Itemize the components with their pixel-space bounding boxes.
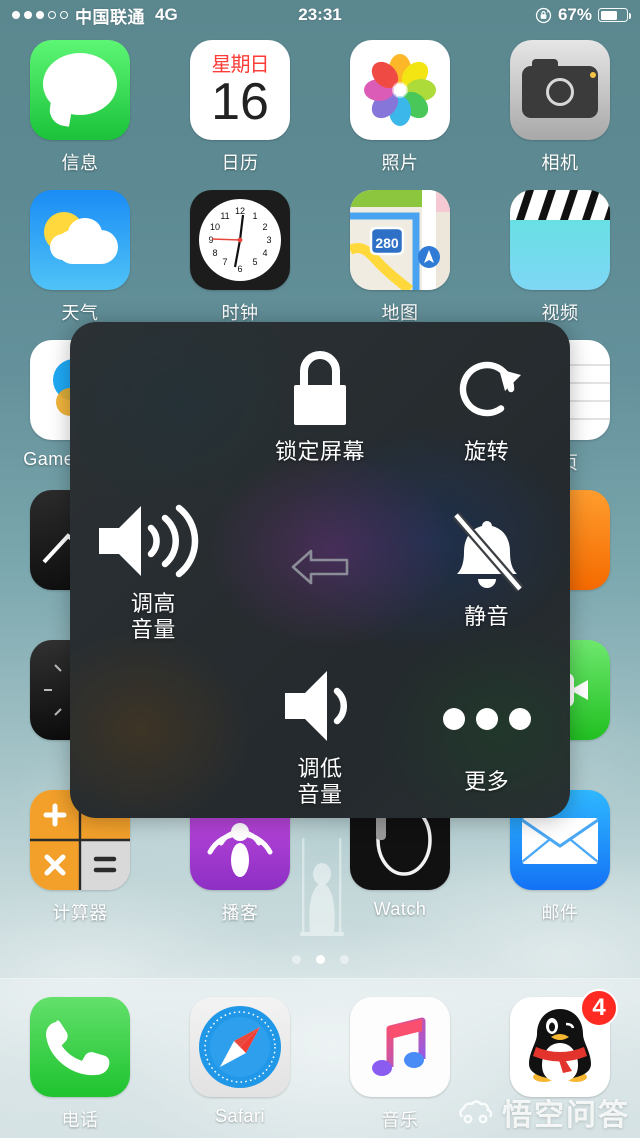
app-camera[interactable]: 相机 [480, 40, 640, 190]
watermark: 悟空问答 [456, 1090, 630, 1134]
status-bar-right: 67% [535, 5, 631, 25]
app-row: 信息 星期日 16 日历 照片 相机 [0, 40, 640, 190]
assistive-touch-grid: 锁定屏幕 旋转 调高 音量 静音 调低 音量 更多 [70, 322, 570, 818]
battery-percent: 67% [557, 5, 592, 24]
assistive-touch-label: 静音 [464, 603, 510, 629]
app-label: 邮件 [541, 903, 579, 923]
dock-item-phone[interactable]: 电话 [0, 997, 160, 1132]
volume-up-icon [95, 497, 211, 585]
svg-text:8: 8 [212, 248, 217, 258]
page-dot[interactable] [339, 955, 349, 964]
assistive-touch-label: 调高 音量 [130, 590, 176, 642]
svg-text:5: 5 [252, 257, 257, 267]
camera-icon [510, 40, 610, 140]
assistive-touch-lock-screen[interactable]: 锁定屏幕 [237, 322, 404, 487]
assistive-touch-empty-slot [70, 322, 237, 487]
lock-icon [282, 345, 358, 433]
app-weather[interactable]: 天气 [0, 190, 160, 340]
page-dot[interactable] [291, 955, 301, 964]
app-clock[interactable]: 12 1 2 345 678 9 10 11 时钟 [160, 190, 320, 340]
assistive-touch-more[interactable]: 更多 [403, 653, 570, 818]
status-bar: 中国联通 4G 23:31 67% [0, 0, 640, 30]
notification-badge: 4 [580, 989, 618, 1027]
svg-text:4: 4 [262, 248, 267, 258]
cloud-logo [459, 1100, 493, 1124]
svg-text:6: 6 [237, 264, 242, 274]
assistive-touch-volume-down[interactable]: 调低 音量 [237, 653, 404, 818]
svg-text:11: 11 [220, 211, 229, 221]
messages-icon [30, 40, 130, 140]
assistive-touch-volume-up[interactable]: 调高 音量 [70, 487, 237, 652]
page-dot-active[interactable] [315, 955, 325, 964]
battery-icon [598, 8, 631, 22]
app-photos[interactable]: 照片 [320, 40, 480, 190]
app-row: 天气 12 1 2 345 678 9 10 11 时钟 280 地图 视频 [0, 190, 640, 340]
rotate-icon [445, 345, 529, 433]
weather-icon [30, 190, 130, 290]
more-dots-icon [441, 675, 533, 763]
assistive-touch-mute[interactable]: 静音 [403, 487, 570, 652]
app-label: 日历 [221, 153, 259, 173]
dock-item-label: 电话 [61, 1110, 99, 1130]
app-videos[interactable]: 视频 [480, 190, 640, 340]
app-label: Watch [373, 899, 427, 919]
svg-text:3: 3 [266, 235, 271, 245]
svg-text:1: 1 [252, 211, 257, 221]
mute-bell-icon [442, 510, 532, 598]
dock-item-safari[interactable]: Safari [160, 997, 320, 1132]
assistive-touch-label: 锁定屏幕 [274, 438, 365, 464]
assistive-touch-empty-slot [70, 653, 237, 818]
svg-text:9: 9 [208, 235, 213, 245]
assistive-touch-label: 旋转 [464, 438, 510, 464]
music-icon [350, 997, 450, 1097]
videos-icon [510, 190, 610, 290]
calendar-date: 16 [211, 73, 269, 131]
svg-text:12: 12 [235, 206, 245, 216]
assistive-touch-label: 调低 音量 [297, 756, 343, 808]
app-label: 相机 [541, 153, 579, 173]
app-label: 播客 [221, 903, 259, 923]
app-maps[interactable]: 280 地图 [320, 190, 480, 340]
app-label: 信息 [61, 153, 99, 173]
page-dots [0, 955, 640, 964]
assistive-touch-rotate[interactable]: 旋转 [403, 322, 570, 487]
photos-icon [350, 40, 450, 140]
dock-item-label: 音乐 [381, 1110, 419, 1130]
watermark-text: 悟空问答 [502, 1099, 630, 1132]
app-label: 计算器 [52, 903, 108, 923]
assistive-touch-back[interactable] [237, 487, 404, 652]
assistive-touch-label: 更多 [464, 769, 510, 795]
calendar-icon: 星期日 16 [190, 40, 290, 140]
maps-icon: 280 [350, 190, 450, 290]
phone-icon [30, 997, 130, 1097]
back-arrow-icon [291, 523, 349, 611]
dock-item-label: Safari [214, 1106, 266, 1126]
safari-icon [190, 997, 290, 1097]
svg-text:7: 7 [222, 257, 227, 267]
app-messages[interactable]: 信息 [0, 40, 160, 190]
assistive-touch-panel[interactable]: 锁定屏幕 旋转 调高 音量 静音 调低 音量 更多 [70, 322, 570, 818]
svg-text:280: 280 [375, 235, 399, 251]
app-label: 照片 [381, 153, 419, 173]
app-calendar[interactable]: 星期日 16 日历 [160, 40, 320, 190]
rotation-lock-icon [535, 7, 552, 23]
volume-down-icon [281, 662, 359, 750]
clock-icon: 12 1 2 345 678 9 10 11 [190, 190, 290, 290]
svg-text:10: 10 [210, 222, 220, 232]
svg-text:2: 2 [262, 222, 267, 232]
